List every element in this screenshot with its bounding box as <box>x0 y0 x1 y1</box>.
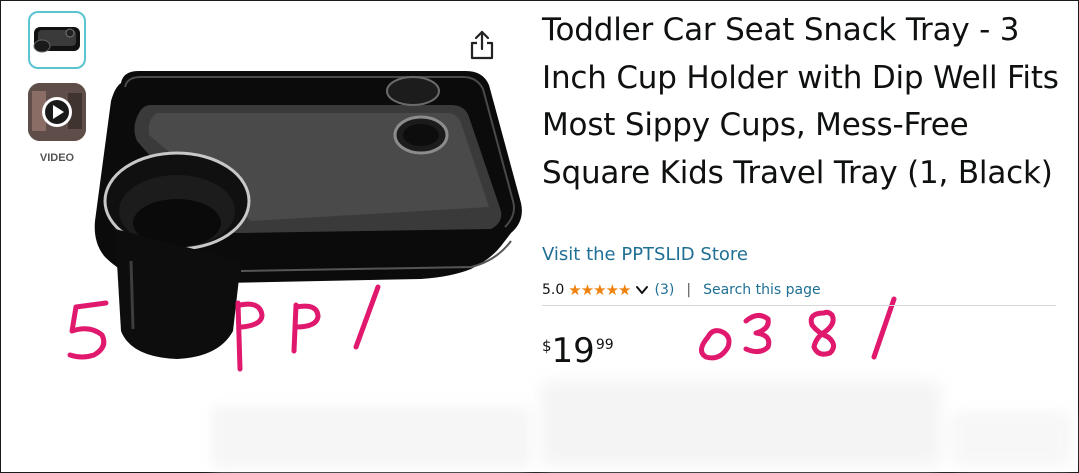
separator: | <box>686 282 692 298</box>
price: $ 19 99 <box>542 331 614 371</box>
price-fraction: 99 <box>595 337 614 353</box>
rating-count-link[interactable]: (3) <box>655 282 675 298</box>
blurred-content <box>951 411 1071 466</box>
page-frame: VIDEO Toddler Car Seat Snack Tray - 3 In… <box>0 0 1079 473</box>
video-label: VIDEO <box>39 152 75 164</box>
blurred-content <box>211 406 531 468</box>
chevron-down-icon[interactable] <box>635 283 649 297</box>
thumbnail-image-tray[interactable] <box>28 11 86 69</box>
store-link[interactable]: Visit the PPTSLID Store <box>542 244 748 265</box>
rating-row: 5.0 ★★★★★ (3) | Search this page <box>542 279 821 301</box>
rating-value: 5.0 <box>542 282 565 298</box>
share-icon[interactable] <box>467 29 497 61</box>
product-title: Toddler Car Seat Snack Tray - 3 Inch Cup… <box>542 12 1059 191</box>
play-icon <box>28 83 86 141</box>
product-image[interactable] <box>91 61 531 361</box>
star-rating-icon[interactable]: ★★★★★ <box>568 281 631 299</box>
price-symbol: $ <box>542 337 552 355</box>
blurred-content <box>541 381 941 466</box>
search-page-link[interactable]: Search this page <box>703 282 821 298</box>
thumbnail-tray-image <box>33 27 80 53</box>
price-whole: 19 <box>551 331 595 371</box>
thumbnail-video[interactable] <box>28 83 86 141</box>
divider <box>542 305 1056 306</box>
